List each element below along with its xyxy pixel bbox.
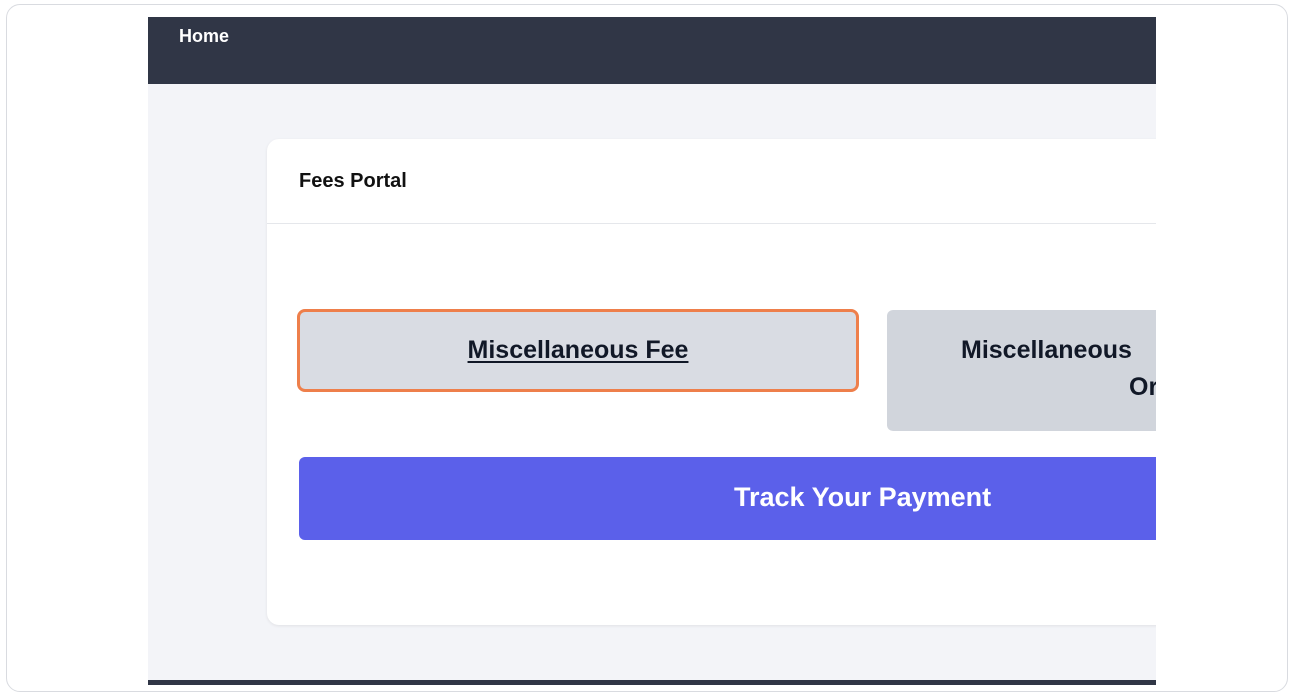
misc-other-label-line2: Or xyxy=(1129,373,1156,401)
card-title: Fees Portal xyxy=(299,170,407,192)
track-payment-label: Track Your Payment xyxy=(734,482,992,512)
misc-other-label-line1: Miscellaneous xyxy=(961,336,1132,364)
miscellaneous-fee-other-button[interactable]: Miscellaneous Or xyxy=(887,310,1156,431)
fees-portal-card: Fees Portal Miscellaneous Fee Miscellane… xyxy=(267,139,1156,625)
screenshot-frame: Home Fees Portal Miscellaneous Fee Misce… xyxy=(6,4,1288,692)
top-navbar: Home xyxy=(148,17,1156,84)
miscellaneous-fee-button[interactable]: Miscellaneous Fee xyxy=(297,309,859,392)
track-payment-button[interactable]: Track Your Payment xyxy=(299,457,1156,540)
nav-home-link[interactable]: Home xyxy=(179,26,229,47)
bottom-bar xyxy=(148,680,1156,685)
card-header: Fees Portal xyxy=(267,139,1156,224)
browser-viewport: Home Fees Portal Miscellaneous Fee Misce… xyxy=(148,17,1156,685)
